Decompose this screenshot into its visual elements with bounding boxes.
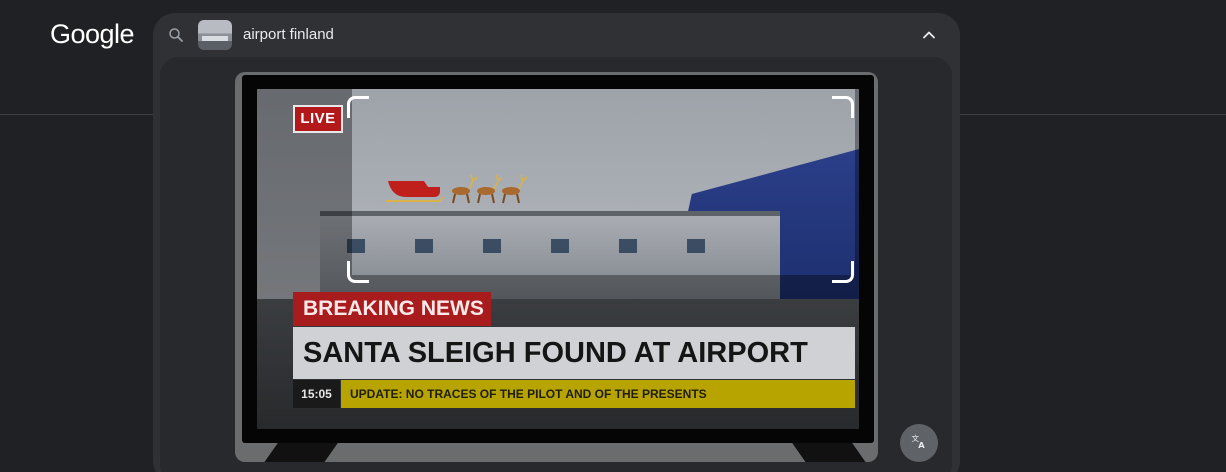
search-icon[interactable] [167,26,185,44]
query-image-thumbnail[interactable] [198,20,232,50]
news-ticker: UPDATE: NO TRACES OF THE PILOT AND OF TH… [341,380,855,408]
lens-image-area: LIVE BREAKING NEWS SANTA SLEIGH FOUND AT… [160,57,952,472]
news-headline: SANTA SLEIGH FOUND AT AIRPORT [293,327,855,379]
breaking-news-banner: BREAKING NEWS [293,292,491,326]
lens-selection-box[interactable] [350,99,850,281]
live-badge: LIVE [293,105,343,133]
google-logo[interactable]: Google [50,19,135,50]
translate-button[interactable]: 文A [900,424,938,462]
translate-icon: 文A [910,432,928,455]
chevron-up-icon[interactable] [919,25,939,45]
search-bar[interactable]: airport finland [153,13,960,57]
dimmed-region [855,89,859,429]
search-query-text[interactable]: airport finland [243,26,334,43]
selection-handle-bottom-right[interactable] [832,261,854,283]
svg-text:A: A [918,439,925,449]
uploaded-image: LIVE BREAKING NEWS SANTA SLEIGH FOUND AT… [235,72,878,462]
ticker-time: 15:05 [293,380,340,408]
selection-handle-top-left[interactable] [347,96,369,118]
selection-handle-top-right[interactable] [832,96,854,118]
search-panel: airport finland LIVE BREAKING NEWS SANTA… [153,13,960,472]
selection-handle-bottom-left[interactable] [347,261,369,283]
